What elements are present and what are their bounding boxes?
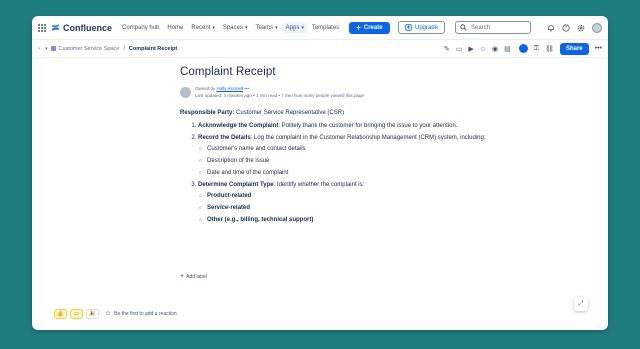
chevron-down-icon: ▾ <box>301 24 304 31</box>
reaction-prompt: Be the first to add a reaction <box>114 311 177 317</box>
space-icon <box>50 46 56 51</box>
page-views-link[interactable]: See how many people viewed this page <box>285 93 364 98</box>
nav-teams[interactable]: Teams ▾ <box>255 25 277 31</box>
help-icon[interactable]: ? <box>561 23 571 33</box>
list-item: Record the Details: Log the complaint in… <box>198 133 510 178</box>
video-icon[interactable]: ▶ <box>468 45 473 53</box>
notifications-icon[interactable] <box>546 23 556 33</box>
nav-templates[interactable]: Templates <box>312 25 339 31</box>
collaborator-avatar[interactable] <box>518 44 528 53</box>
reactions-bar: 👍 ▭ 🎉 ☺ Be the first to add a reaction <box>54 309 177 319</box>
app-window: Confluence Company hub Home Recent ▾ Spac… <box>32 16 608 330</box>
more-actions-icon[interactable]: ••• <box>595 45 602 52</box>
collapse-chevron-icon[interactable]: ▾ <box>45 46 48 52</box>
page-title: Complaint Receipt <box>180 66 276 78</box>
svg-text:?: ? <box>565 25 567 30</box>
fullscreen-icon[interactable]: ⤢ <box>574 297 588 311</box>
list-item: Customer's name and contact details <box>199 144 510 154</box>
list-item: Other (e.g., billing, technical support) <box>199 215 510 225</box>
breadcrumb-bar: › ▾ Customer Service Space / Complaint R… <box>32 40 608 58</box>
plus-icon: + <box>180 273 185 280</box>
chevron-down-icon: ▾ <box>212 24 215 31</box>
star-icon[interactable]: ☆ <box>480 45 486 53</box>
page-byline: Owned by Holly Ascinell ••• Last updated… <box>180 86 510 99</box>
thumbs-up-reaction[interactable]: 👍 <box>54 309 67 319</box>
record-details-list: Customer's name and contact details Desc… <box>198 144 510 178</box>
nav-home[interactable]: Home <box>167 25 183 31</box>
create-button[interactable]: + Create <box>349 21 390 34</box>
views-icon: ⌇ <box>281 92 284 98</box>
top-navigation: Confluence Company hub Home Recent ▾ Spac… <box>32 16 608 40</box>
comment-icon[interactable]: ▭ <box>456 45 463 53</box>
list-item: Service-related <box>199 203 510 213</box>
list-item: Acknowledge the Complaint: Politely than… <box>198 121 510 131</box>
owner-avatar <box>180 87 191 98</box>
confluence-logo[interactable]: Confluence <box>51 23 112 33</box>
responsible-party: Responsible Party: Customer Service Repr… <box>180 110 345 116</box>
app-name: Confluence <box>63 22 113 33</box>
plus-icon: + <box>356 22 361 32</box>
link-icon[interactable]: ⛓ <box>545 45 554 53</box>
upgrade-button[interactable]: Upgrade <box>397 21 445 34</box>
list-item: Description of the issue <box>199 156 510 166</box>
add-reaction-icon[interactable]: ☺ <box>105 311 111 317</box>
owned-by-label: Owned by <box>195 86 216 91</box>
search-icon <box>460 24 467 31</box>
breadcrumb-separator: / <box>123 45 125 52</box>
sidebar-expand-icon[interactable]: › <box>38 46 40 52</box>
chevron-down-icon: ▾ <box>244 24 248 31</box>
user-avatar[interactable] <box>592 22 602 33</box>
settings-icon[interactable] <box>576 23 586 33</box>
share-button[interactable]: Share <box>559 42 589 55</box>
steps-list: Acknowledge the Complaint: Politely than… <box>180 121 510 225</box>
analytics-icon[interactable]: ▤ <box>504 45 511 53</box>
list-item: Date and time of the complaint <box>199 168 510 178</box>
page-content: Complaint Receipt Owned by Holly Ascinel… <box>180 66 510 227</box>
confluence-logo-icon <box>51 23 60 32</box>
celebrate-reaction[interactable]: 🎉 <box>86 309 99 319</box>
list-item: Determine Complaint Type: Identify wheth… <box>198 180 510 225</box>
breadcrumb-current: Complaint Receipt <box>128 45 178 52</box>
nav-recent[interactable]: Recent ▾ <box>191 25 215 31</box>
nav-spaces[interactable]: Spaces ▾ <box>223 25 248 31</box>
watch-icon[interactable]: ◉ <box>492 45 498 53</box>
page-body: Responsible Party: Customer Service Repr… <box>180 108 510 225</box>
read-time: 1 min read <box>255 92 278 98</box>
app-switcher-icon[interactable] <box>38 23 46 32</box>
add-label-button[interactable]: + Add label <box>180 273 207 280</box>
nav-company-hub[interactable]: Company hub <box>122 25 159 31</box>
owner-link[interactable]: Holly Ascinell <box>217 86 244 91</box>
last-updated[interactable]: Last updated: 4 minutes ago <box>195 93 252 98</box>
search-input[interactable]: Search <box>455 21 531 34</box>
breadcrumb-space-link[interactable]: Customer Service Space <box>59 46 120 52</box>
nav-apps[interactable]: Apps ▾ <box>282 22 307 33</box>
edit-icon[interactable]: ✎ <box>444 45 450 53</box>
complaint-types-list: Product-related Service-related Other (e… <box>198 191 510 225</box>
chevron-down-icon: ▾ <box>275 24 278 31</box>
upgrade-icon <box>405 24 412 31</box>
restrictions-icon[interactable]: ⚿ <box>534 45 539 53</box>
list-item: Product-related <box>199 191 510 201</box>
sticky-note-reaction[interactable]: ▭ <box>70 309 83 319</box>
byline-more-icon[interactable]: ••• <box>244 86 249 91</box>
